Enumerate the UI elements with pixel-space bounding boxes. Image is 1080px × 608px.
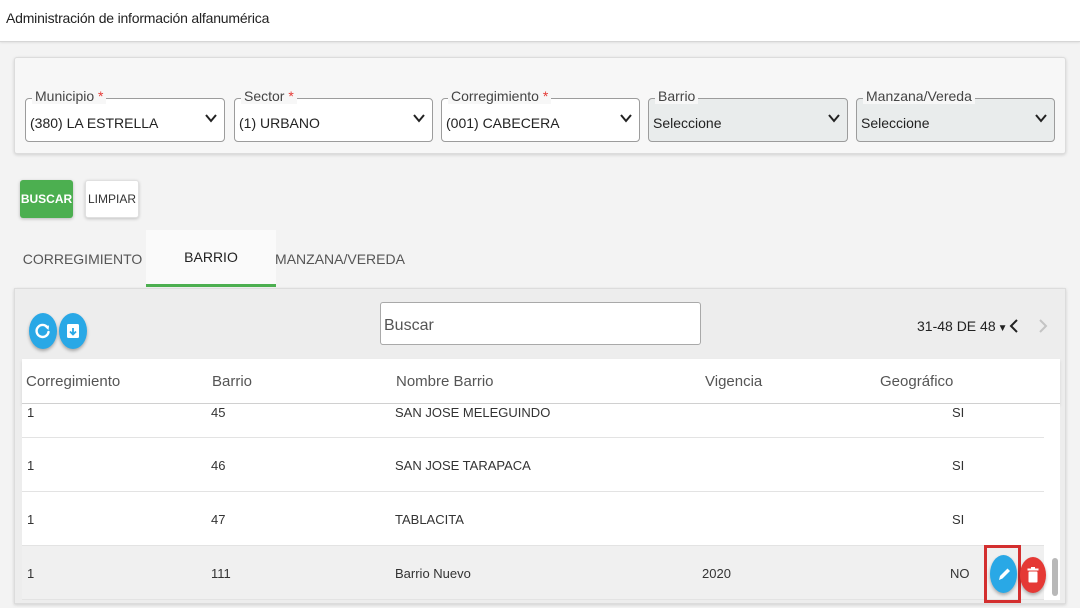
cell-geografico: SI bbox=[952, 512, 965, 527]
chevron-left-icon[interactable] bbox=[1008, 317, 1020, 335]
sector-select[interactable]: Sector * (1) URBANO bbox=[234, 88, 433, 142]
cell-geografico: NO bbox=[950, 566, 970, 581]
cell-geografico: SI bbox=[952, 405, 965, 420]
municipio-label: Municipio * bbox=[32, 88, 107, 104]
table-header: Corregimiento Barrio Nombre Barrio Vigen… bbox=[22, 359, 1060, 404]
corregimiento-value: (001) CABECERA bbox=[446, 115, 560, 131]
pencil-icon bbox=[998, 568, 1010, 580]
required-mark: * bbox=[288, 88, 294, 104]
cell-barrio: 47 bbox=[211, 512, 226, 527]
cell-corregimiento: 1 bbox=[27, 405, 35, 420]
municipio-value: (380) LA ESTRELLA bbox=[30, 115, 159, 131]
required-mark: * bbox=[98, 88, 104, 104]
sector-label: Sector * bbox=[241, 88, 297, 104]
corregimiento-select[interactable]: Corregimiento * (001) CABECERA bbox=[441, 88, 640, 142]
barrio-select[interactable]: Barrio Seleccione bbox=[648, 88, 848, 142]
cell-geografico: SI bbox=[952, 458, 965, 473]
sector-value: (1) URBANO bbox=[239, 115, 320, 131]
pagination-label: 31-48 DE 48 bbox=[917, 318, 996, 334]
limpiar-button[interactable]: LIMPIAR bbox=[85, 180, 139, 218]
cell-corregimiento: 1 bbox=[27, 458, 35, 473]
column-header-geografico[interactable]: Geográfico bbox=[880, 373, 953, 390]
column-header-barrio[interactable]: Barrio bbox=[212, 373, 252, 390]
filters-panel: Municipio * (380) LA ESTRELLA Sector * (… bbox=[14, 57, 1066, 154]
table-row[interactable]: 1 45 SAN JOSE MELEGUINDO SI bbox=[22, 404, 1044, 438]
chevron-down-icon bbox=[1035, 114, 1047, 123]
cell-nombre-barrio: Barrio Nuevo bbox=[395, 566, 471, 581]
chevron-down-icon bbox=[828, 114, 840, 123]
column-header-corregimiento[interactable]: Corregimiento bbox=[26, 373, 120, 390]
chevron-right-icon[interactable] bbox=[1037, 317, 1049, 335]
column-header-vigencia[interactable]: Vigencia bbox=[705, 373, 762, 390]
table-body: 1 45 SAN JOSE MELEGUINDO SI 1 46 SAN JOS… bbox=[22, 404, 1060, 600]
required-mark: * bbox=[542, 88, 549, 104]
trash-icon bbox=[1027, 567, 1039, 583]
chevron-down-icon bbox=[205, 114, 217, 123]
manzana-value: Seleccione bbox=[861, 115, 930, 131]
caret-down-icon: ▼ bbox=[997, 323, 1008, 334]
tab-barrio[interactable]: BARRIO bbox=[146, 230, 276, 287]
cell-corregimiento: 1 bbox=[27, 512, 35, 527]
chevron-down-icon bbox=[620, 114, 632, 123]
cell-barrio: 111 bbox=[211, 566, 231, 581]
export-icon bbox=[67, 324, 79, 338]
cell-barrio: 45 bbox=[211, 405, 226, 420]
table-row[interactable]: 1 47 TABLACITA SI bbox=[22, 492, 1044, 546]
cell-nombre-barrio: TABLACITA bbox=[395, 512, 464, 527]
manzana-label: Manzana/Vereda bbox=[863, 88, 975, 104]
barrio-value: Seleccione bbox=[653, 115, 722, 131]
scrollbar-thumb[interactable] bbox=[1052, 558, 1058, 596]
cell-vigencia: 2020 bbox=[702, 566, 731, 581]
table-row[interactable]: 1 111 Barrio Nuevo 2020 NO bbox=[22, 546, 1044, 600]
cell-barrio: 46 bbox=[211, 458, 226, 473]
tab-manzana-vereda[interactable]: MANZANA/VEREDA bbox=[275, 230, 405, 287]
delete-row-button[interactable] bbox=[1020, 557, 1046, 593]
buscar-button[interactable]: BUSCAR bbox=[20, 180, 73, 218]
cell-nombre-barrio: SAN JOSE TARAPACA bbox=[395, 458, 531, 473]
table-row[interactable]: 1 46 SAN JOSE TARAPACA SI bbox=[22, 438, 1044, 492]
pagination-select[interactable]: 31-48 DE 48 ▼ bbox=[917, 318, 1008, 334]
chevron-down-icon bbox=[413, 114, 425, 123]
cell-corregimiento: 1 bbox=[27, 566, 35, 581]
refresh-button[interactable] bbox=[29, 313, 57, 349]
tab-corregimiento[interactable]: CORREGIMIENTO bbox=[20, 230, 145, 287]
refresh-icon bbox=[35, 323, 50, 339]
column-header-nombre-barrio[interactable]: Nombre Barrio bbox=[396, 373, 494, 390]
search-input[interactable]: Buscar bbox=[380, 302, 701, 345]
municipio-select[interactable]: Municipio * (380) LA ESTRELLA bbox=[25, 88, 225, 142]
manzana-select[interactable]: Manzana/Vereda Seleccione bbox=[856, 88, 1055, 142]
edit-row-button[interactable] bbox=[990, 555, 1017, 593]
barrio-label: Barrio bbox=[655, 88, 699, 104]
top-bar: Administración de información alfanuméri… bbox=[0, 0, 1080, 42]
export-button[interactable] bbox=[59, 313, 87, 349]
page-title: Administración de información alfanuméri… bbox=[6, 10, 270, 26]
cell-nombre-barrio: SAN JOSE MELEGUINDO bbox=[395, 405, 551, 420]
corregimiento-label: Corregimiento * bbox=[448, 88, 552, 104]
